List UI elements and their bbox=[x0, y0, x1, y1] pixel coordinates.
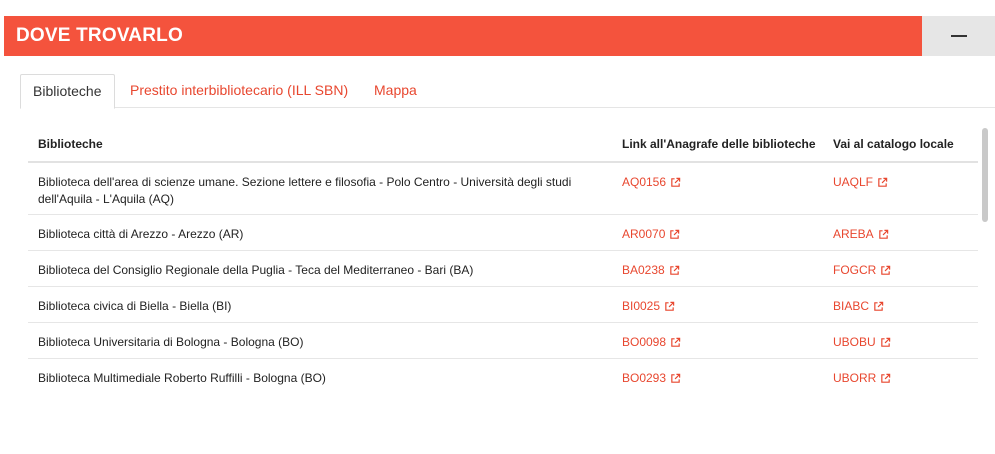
catalog-link[interactable]: UAQLF bbox=[833, 174, 888, 191]
library-name: Biblioteca città di Arezzo - Arezzo (AR) bbox=[38, 227, 244, 241]
library-name: Biblioteca dell'area di scienze umane. S… bbox=[38, 175, 572, 206]
external-link-icon bbox=[874, 301, 884, 311]
table-row: Biblioteca dell'area di scienze umane. S… bbox=[28, 163, 978, 215]
minus-icon bbox=[950, 35, 967, 37]
table-scrollbar[interactable] bbox=[982, 128, 988, 222]
external-link-icon bbox=[881, 265, 891, 275]
collapse-button[interactable] bbox=[922, 16, 995, 56]
external-link-icon bbox=[669, 265, 679, 275]
library-name: Biblioteca del Consiglio Regionale della… bbox=[38, 263, 474, 277]
section-title: DOVE TROVARLO bbox=[16, 25, 183, 46]
library-name: Biblioteca Multimediale Roberto Ruffilli… bbox=[38, 371, 326, 385]
column-header-anagrafe: Link all'Anagrafe delle biblioteche bbox=[622, 137, 816, 151]
anagrafe-link[interactable]: BA0238 bbox=[622, 262, 680, 279]
catalog-link[interactable]: AREBA bbox=[833, 226, 889, 243]
external-link-icon bbox=[878, 177, 888, 187]
external-link-icon bbox=[671, 177, 681, 187]
column-header-catalogo: Vai al catalogo locale bbox=[833, 137, 954, 151]
external-link-icon bbox=[671, 373, 681, 383]
external-link-icon bbox=[881, 373, 891, 383]
anagrafe-link[interactable]: BO0293 bbox=[622, 370, 681, 387]
tab-mappa[interactable]: Mappa bbox=[374, 74, 417, 107]
catalog-link[interactable]: FOGCR bbox=[833, 262, 891, 279]
tab-bar: Biblioteche Prestito interbibliotecario … bbox=[20, 74, 995, 109]
external-link-icon bbox=[878, 229, 888, 239]
table-row: Biblioteca Multimediale Roberto Ruffilli… bbox=[28, 359, 978, 392]
table-row: Biblioteca civica di Biella - Biella (BI… bbox=[28, 287, 978, 323]
anagrafe-link[interactable]: AR0070 bbox=[622, 226, 680, 243]
tab-prestito-interbibliotecario[interactable]: Prestito interbibliotecario (ILL SBN) bbox=[130, 74, 348, 107]
tab-biblioteche[interactable]: Biblioteche bbox=[20, 74, 115, 109]
library-name: Biblioteca Universitaria di Bologna - Bo… bbox=[38, 335, 304, 349]
catalog-link[interactable]: UBORR bbox=[833, 370, 891, 387]
column-header-biblioteche: Biblioteche bbox=[38, 137, 103, 151]
library-name: Biblioteca civica di Biella - Biella (BI… bbox=[38, 299, 232, 313]
table-row: Biblioteca città di Arezzo - Arezzo (AR)… bbox=[28, 215, 978, 251]
external-link-icon bbox=[665, 301, 675, 311]
catalog-link[interactable]: BIABC bbox=[833, 298, 884, 315]
external-link-icon bbox=[671, 337, 681, 347]
anagrafe-link[interactable]: BI0025 bbox=[622, 298, 675, 315]
anagrafe-link[interactable]: AQ0156 bbox=[622, 174, 681, 191]
table-header: Biblioteche Link all'Anagrafe delle bibl… bbox=[28, 126, 978, 163]
external-link-icon bbox=[670, 229, 680, 239]
libraries-table: Biblioteche Link all'Anagrafe delle bibl… bbox=[28, 126, 978, 392]
external-link-icon bbox=[880, 337, 890, 347]
section-header: DOVE TROVARLO bbox=[4, 16, 922, 56]
table-row: Biblioteca Universitaria di Bologna - Bo… bbox=[28, 323, 978, 359]
table-row: Biblioteca del Consiglio Regionale della… bbox=[28, 251, 978, 287]
anagrafe-link[interactable]: BO0098 bbox=[622, 334, 681, 351]
catalog-link[interactable]: UBOBU bbox=[833, 334, 891, 351]
